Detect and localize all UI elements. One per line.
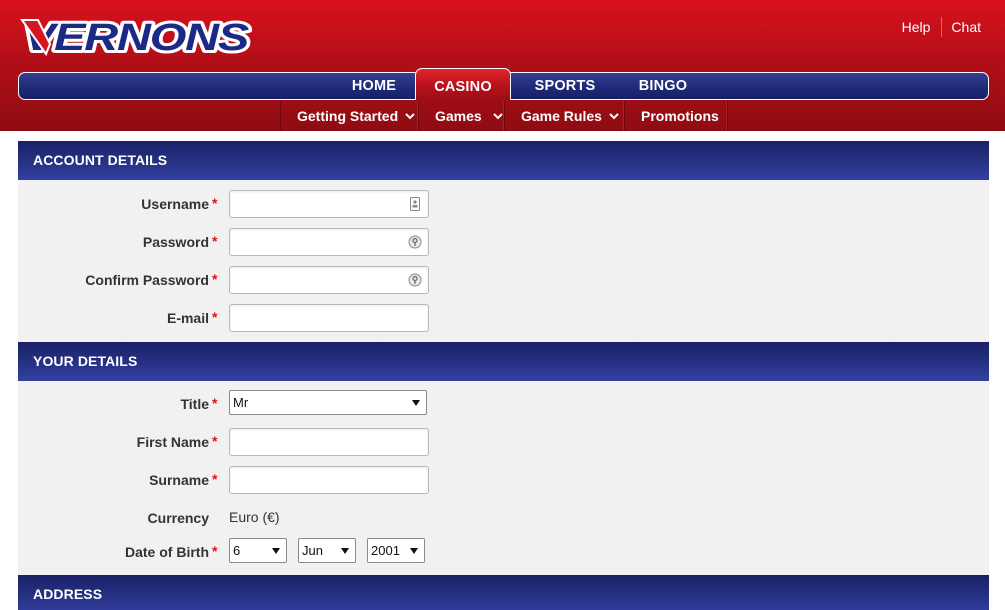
required-marker: * xyxy=(212,195,218,211)
password-row: Password * xyxy=(18,228,989,256)
dob-month-value: Jun xyxy=(302,543,323,558)
title-row: Title * Mr xyxy=(18,390,989,418)
title-select[interactable]: Mr xyxy=(229,390,427,415)
divider xyxy=(941,17,943,37)
nav-casino[interactable]: CASINO xyxy=(415,68,511,100)
subnav-label: Getting Started xyxy=(297,107,399,124)
help-link[interactable]: Help xyxy=(902,19,931,35)
subnav-game-rules[interactable]: Game Rules xyxy=(505,101,625,131)
main-nav: HOME CASINO SPORTS BINGO xyxy=(18,68,989,100)
password-field[interactable] xyxy=(229,228,429,256)
sub-nav: Getting Started Games Game Rules Promoti… xyxy=(280,101,728,131)
subnav-promotions[interactable]: Promotions xyxy=(625,101,728,131)
subnav-label: Games xyxy=(435,107,482,124)
required-marker: * xyxy=(212,395,218,411)
registration-form: ACCOUNT DETAILS Username * Password * Co… xyxy=(18,141,989,610)
email-label: E-mail xyxy=(166,310,209,326)
confirm-password-label: Confirm Password xyxy=(85,272,209,288)
site-header: VERNONS VERNONS Help Chat HOME CASINO SP… xyxy=(0,0,1005,131)
vernons-logo[interactable]: VERNONS VERNONS xyxy=(20,16,252,58)
dropdown-arrow-icon xyxy=(272,548,280,554)
confirm-password-field[interactable] xyxy=(229,266,429,294)
svg-text:VERNONS: VERNONS xyxy=(24,17,249,58)
section-heading-address: ADDRESS xyxy=(18,575,989,610)
surname-label: Surname xyxy=(149,472,209,488)
title-select-value: Mr xyxy=(233,395,249,410)
contact-card-icon xyxy=(410,197,420,211)
confirm-password-row: Confirm Password * xyxy=(18,266,989,294)
nav-home[interactable]: HOME xyxy=(329,73,419,99)
dob-month-select[interactable]: Jun xyxy=(298,538,356,563)
username-label: Username xyxy=(141,196,209,212)
subnav-label: Promotions xyxy=(641,107,719,124)
chevron-down-icon xyxy=(492,113,503,120)
dob-day-select[interactable]: 6 xyxy=(229,538,287,563)
subnav-games[interactable]: Games xyxy=(419,101,505,131)
username-row: Username * xyxy=(18,190,989,218)
dob-year-select[interactable]: 2001 xyxy=(367,538,425,563)
chevron-down-icon xyxy=(405,113,415,120)
username-field[interactable] xyxy=(229,190,429,218)
required-marker: * xyxy=(212,543,218,559)
dropdown-arrow-icon xyxy=(410,548,418,554)
dropdown-arrow-icon xyxy=(412,400,420,406)
required-marker: * xyxy=(212,471,218,487)
email-row: E-mail * xyxy=(18,304,989,332)
first-name-label: First Name xyxy=(136,434,209,450)
section-heading-your-details: YOUR DETAILS xyxy=(18,342,989,381)
required-marker: * xyxy=(212,433,218,449)
dob-year-value: 2001 xyxy=(371,543,400,558)
surname-row: Surname * xyxy=(18,466,989,494)
nav-sports[interactable]: SPORTS xyxy=(522,73,608,99)
chevron-down-icon xyxy=(609,113,619,120)
required-marker: * xyxy=(212,271,218,287)
currency-row: Currency Euro (€) xyxy=(18,504,989,532)
currency-value: Euro (€) xyxy=(229,509,280,525)
password-label: Password xyxy=(142,234,209,250)
first-name-row: First Name * xyxy=(18,428,989,456)
email-field[interactable] xyxy=(229,304,429,332)
section-heading-account: ACCOUNT DETAILS xyxy=(18,141,989,180)
subnav-label: Game Rules xyxy=(521,107,602,124)
password-key-icon xyxy=(408,273,422,287)
title-label: Title xyxy=(180,396,209,412)
date-of-birth-label: Date of Birth xyxy=(125,544,209,560)
dob-day-value: 6 xyxy=(233,543,241,558)
required-marker: * xyxy=(212,233,218,249)
first-name-field[interactable] xyxy=(229,428,429,456)
chat-link[interactable]: Chat xyxy=(951,19,981,35)
nav-bingo[interactable]: BINGO xyxy=(621,73,705,99)
date-of-birth-row: Date of Birth * 6 Jun 2001 xyxy=(18,538,989,566)
top-links: Help Chat xyxy=(902,17,981,37)
currency-label: Currency xyxy=(147,510,209,526)
surname-field[interactable] xyxy=(229,466,429,494)
password-key-icon xyxy=(408,235,422,249)
subnav-getting-started[interactable]: Getting Started xyxy=(281,101,419,131)
required-marker: * xyxy=(212,309,218,325)
dropdown-arrow-icon xyxy=(341,548,349,554)
